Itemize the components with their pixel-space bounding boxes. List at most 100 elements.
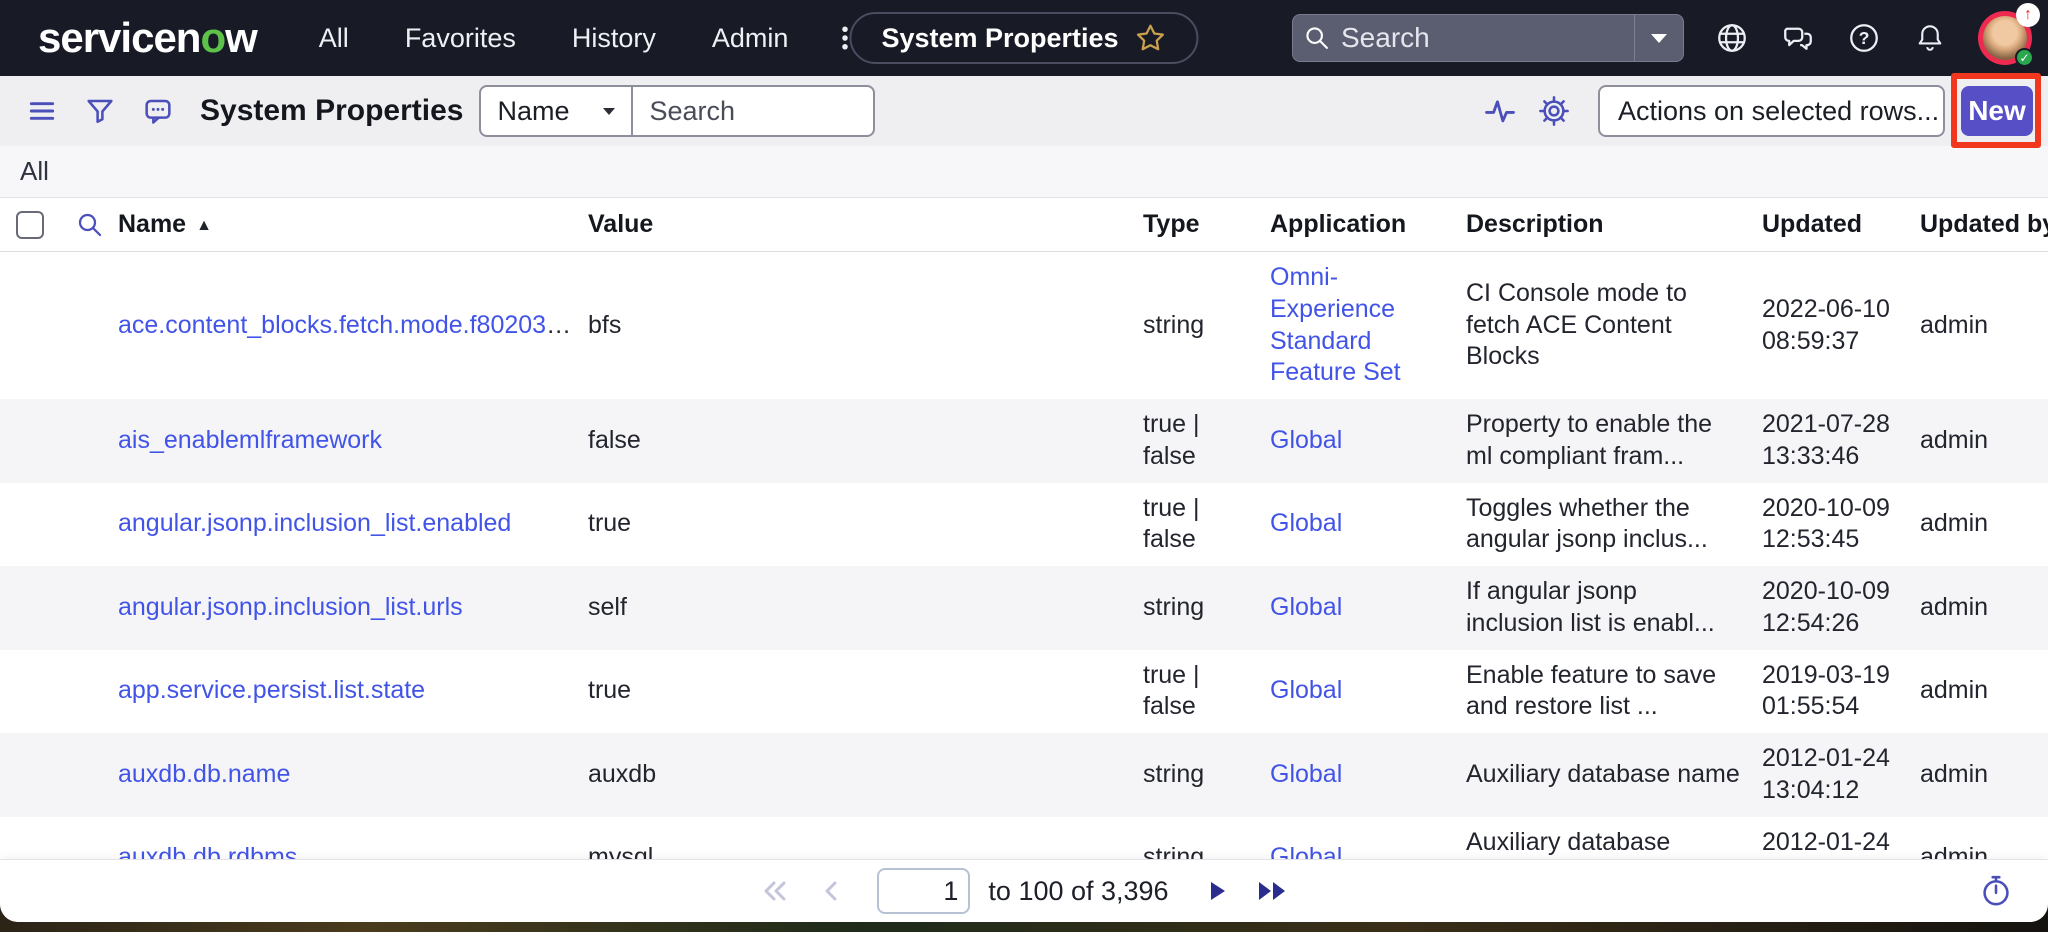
main-nav: All Favorites History Admin: [319, 23, 789, 54]
application-link[interactable]: Global: [1270, 426, 1342, 454]
list-search-group: Name: [479, 85, 875, 137]
first-page-icon[interactable]: [751, 869, 799, 913]
property-value-cell: true: [588, 665, 1143, 717]
property-name-link[interactable]: ais_enablemlframework: [118, 426, 382, 454]
property-type-cell: string: [1143, 582, 1270, 634]
column-header-description[interactable]: Description: [1466, 210, 1762, 239]
list-settings-gear-icon[interactable]: [1534, 91, 1574, 131]
application-link[interactable]: Omni-Experience Standard Feature Set: [1270, 263, 1401, 386]
column-header-updated-by[interactable]: Updated by: [1920, 210, 2048, 239]
property-name-link[interactable]: auxdb.db.rdbms: [118, 843, 297, 860]
online-status-icon: ✓: [2015, 48, 2034, 67]
search-field-selected: Name: [497, 96, 569, 127]
application-link[interactable]: Global: [1270, 593, 1342, 621]
description-cell: CI Console mode to fetch ACE Content Blo…: [1466, 268, 1762, 383]
table-row[interactable]: angular.jsonp.inclusion_list.urls self s…: [0, 566, 2048, 650]
property-name-link[interactable]: angular.jsonp.inclusion_list.enabled: [118, 509, 511, 537]
table-row[interactable]: auxdb.db.name auxdb string Global Auxili…: [0, 733, 2048, 817]
search-field-selector[interactable]: Name: [481, 87, 631, 135]
breadcrumb-bar: All: [0, 146, 2048, 198]
nav-item-favorites[interactable]: Favorites: [405, 23, 516, 54]
global-search[interactable]: [1292, 14, 1684, 62]
svg-text:?: ?: [1859, 28, 1870, 48]
updated-by-cell: admin: [1920, 415, 2048, 467]
chat-icon[interactable]: [1780, 20, 1816, 56]
search-scope-dropdown[interactable]: [1635, 15, 1683, 61]
column-header-value[interactable]: Value: [588, 210, 1143, 239]
actions-dropdown[interactable]: Actions on selected rows...: [1598, 85, 1945, 137]
next-page-icon[interactable]: [1193, 869, 1241, 913]
table-row[interactable]: app.service.persist.list.state true true…: [0, 650, 2048, 734]
previous-page-icon[interactable]: [807, 869, 855, 913]
property-value-cell: bfs: [588, 300, 1143, 352]
table-row[interactable]: auxdb.db.rdbms mysql string Global Auxil…: [0, 817, 2048, 861]
property-type-cell: true | false: [1143, 650, 1270, 734]
property-name-link[interactable]: angular.jsonp.inclusion_list.urls: [118, 593, 463, 621]
chevron-down-icon: [601, 105, 617, 117]
help-icon[interactable]: ?: [1846, 20, 1882, 56]
notifications-bell-icon[interactable]: [1912, 20, 1948, 56]
application-link[interactable]: Global: [1270, 676, 1342, 704]
nav-item-all[interactable]: All: [319, 23, 349, 54]
property-value-cell: true: [588, 498, 1143, 550]
updated-cell: 2019-03-19 01:55:54: [1762, 650, 1920, 734]
response-time-icon[interactable]: [1976, 871, 2016, 911]
property-type-cell: string: [1143, 749, 1270, 801]
property-value-cell: mysql: [588, 832, 1143, 860]
new-record-button[interactable]: New: [1961, 86, 2033, 136]
favorite-star-icon[interactable]: [1135, 22, 1167, 54]
breadcrumb-all[interactable]: All: [20, 156, 49, 187]
property-name-link[interactable]: auxdb.db.name: [118, 760, 290, 788]
search-icon: [1293, 20, 1341, 56]
global-search-input[interactable]: [1341, 22, 1634, 54]
column-search-icon[interactable]: [62, 210, 118, 240]
list-search-input[interactable]: [633, 96, 873, 127]
table-row[interactable]: ace.content_blocks.fetch.mode.f80203e4c3…: [0, 252, 2048, 399]
table-row[interactable]: angular.jsonp.inclusion_list.enabled tru…: [0, 483, 2048, 567]
context-pill-label: System Properties: [881, 23, 1118, 54]
application-link[interactable]: Global: [1270, 760, 1342, 788]
property-value-cell: false: [588, 415, 1143, 467]
table-row[interactable]: ais_enablemlframework false true | false…: [0, 399, 2048, 483]
user-avatar[interactable]: ↑ ✓: [1978, 11, 2032, 65]
table-header-row: Name▲ Value Type Application Description…: [0, 198, 2048, 252]
nav-item-admin[interactable]: Admin: [712, 23, 789, 54]
column-header-name[interactable]: Name▲: [118, 210, 588, 239]
updated-cell: 2021-07-28 13:33:46: [1762, 399, 1920, 483]
property-name-link[interactable]: ace.content_blocks.fetch.mode.f80203e4c3…: [118, 311, 588, 339]
list-comments-icon[interactable]: [138, 91, 178, 131]
updated-by-cell: admin: [1920, 749, 2048, 801]
filter-icon[interactable]: [80, 91, 120, 131]
context-pill[interactable]: System Properties: [849, 12, 1198, 64]
toolbar-right-cluster: Actions on selected rows... New: [1480, 85, 2033, 137]
logo-text-end: w: [225, 14, 257, 62]
property-name-link[interactable]: app.service.persist.list.state: [118, 676, 425, 704]
select-all-checkbox[interactable]: [16, 211, 44, 239]
servicenow-logo[interactable]: servicenow: [38, 14, 257, 62]
description-cell: Auxiliary database name: [1466, 749, 1762, 801]
nav-item-history[interactable]: History: [572, 23, 656, 54]
page-number-input[interactable]: [877, 868, 970, 914]
globe-icon[interactable]: [1714, 20, 1750, 56]
description-cell: Auxiliary database RDBMS: [1466, 817, 1762, 861]
column-header-updated[interactable]: Updated: [1762, 210, 1920, 239]
property-type-cell: true | false: [1143, 399, 1270, 483]
list-toolbar: System Properties Name Actions on select…: [0, 76, 2048, 146]
column-header-type[interactable]: Type: [1143, 210, 1270, 239]
description-cell: If angular jsonp inclusion list is enabl…: [1466, 566, 1762, 650]
servicenow-window: servicenow All Favorites History Admin S…: [0, 0, 2048, 922]
application-link[interactable]: Global: [1270, 843, 1342, 860]
logo-text: servicen: [38, 14, 200, 62]
last-page-icon[interactable]: [1249, 869, 1297, 913]
description-cell: Toggles whether the angular jsonp inclus…: [1466, 483, 1762, 567]
property-type-cell: string: [1143, 300, 1270, 352]
list-title: System Properties: [200, 94, 463, 128]
updated-cell: 2012-01-24 13:04:23: [1762, 817, 1920, 861]
sort-asc-icon: ▲: [196, 217, 212, 234]
activity-pulse-icon[interactable]: [1480, 91, 1520, 131]
column-header-application[interactable]: Application: [1270, 210, 1466, 239]
list-menu-icon[interactable]: [22, 91, 62, 131]
application-link[interactable]: Global: [1270, 509, 1342, 537]
header-right-cluster: ? ↑ ✓: [1292, 11, 2032, 65]
actions-dropdown-label: Actions on selected rows...: [1618, 96, 1939, 127]
